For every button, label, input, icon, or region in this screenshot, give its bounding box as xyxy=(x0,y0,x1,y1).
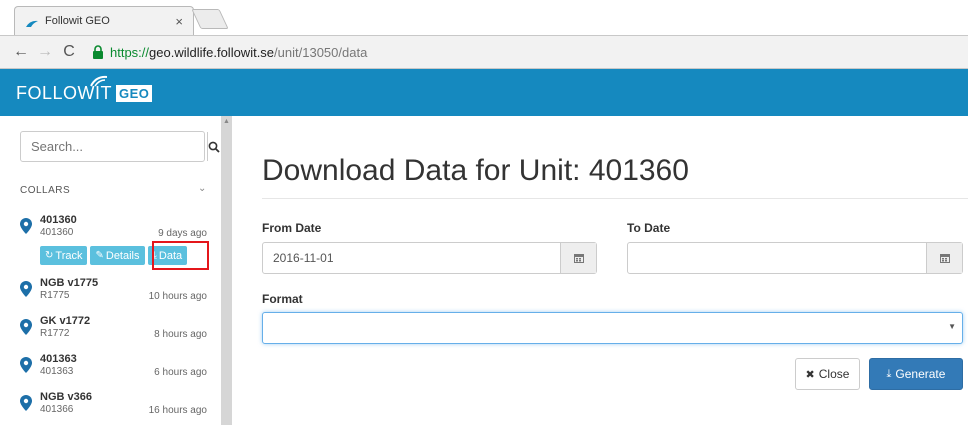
tab-close-icon[interactable]: × xyxy=(175,14,183,29)
search-box xyxy=(20,131,220,162)
unit-name: GK v1772 xyxy=(40,315,91,327)
collars-section-title: COLLARS xyxy=(20,185,71,196)
list-item[interactable]: GK v1772 R1772 8 hours ago xyxy=(20,315,210,341)
track-button[interactable]: ↻ Track xyxy=(40,246,88,265)
unit-name: 401363 xyxy=(40,353,77,365)
unit-id: R1775 xyxy=(40,290,70,301)
map-pin-icon xyxy=(20,395,32,411)
lock-icon xyxy=(92,45,106,59)
details-button[interactable]: ✎ Details xyxy=(90,246,145,265)
search-input[interactable] xyxy=(21,132,207,161)
title-divider xyxy=(262,198,968,199)
map-pin-icon xyxy=(20,319,32,335)
unit-id: 401363 xyxy=(40,366,74,377)
list-item[interactable]: 401363 401363 6 hours ago xyxy=(20,353,210,379)
map-pin-icon xyxy=(20,357,32,373)
unit-last-seen: 6 hours ago xyxy=(154,367,207,378)
refresh-icon: ↻ xyxy=(45,250,54,261)
page-title: Download Data for Unit: 401360 xyxy=(262,154,689,187)
close-button[interactable]: ✖ Close xyxy=(795,358,860,390)
to-date-group xyxy=(627,242,963,274)
unit-last-seen: 16 hours ago xyxy=(148,405,207,416)
back-icon[interactable]: ← xyxy=(10,43,32,61)
search-button[interactable] xyxy=(207,132,220,161)
url-scheme: https:// xyxy=(110,44,150,60)
followit-favicon-icon xyxy=(25,16,39,27)
to-date-label: To Date xyxy=(627,221,671,235)
url-host: geo.wildlife.followit.se xyxy=(149,44,275,60)
unit-name: NGB v366 xyxy=(40,391,92,403)
format-label: Format xyxy=(262,292,303,306)
logo-badge: GEO xyxy=(116,85,153,102)
from-date-picker-button[interactable] xyxy=(560,243,596,273)
address-bar[interactable]: https://geo.wildlife.followit.se/unit/13… xyxy=(110,45,367,60)
unit-id: R1772 xyxy=(40,328,70,339)
tab-title: Followit GEO xyxy=(45,15,110,27)
from-date-input[interactable] xyxy=(263,243,560,273)
chevron-down-icon[interactable]: ⌄ xyxy=(198,183,206,194)
url-path: /unit/13050/data xyxy=(274,44,368,60)
browser-tab-strip: Followit GEO × xyxy=(0,0,968,35)
close-icon: ✖ xyxy=(805,368,815,381)
from-date-group xyxy=(262,242,597,274)
forward-icon[interactable]: → xyxy=(34,43,56,61)
unit-last-seen: 10 hours ago xyxy=(148,291,207,302)
new-tab-button[interactable] xyxy=(191,9,229,29)
unit-last-seen: 9 days ago xyxy=(158,228,207,239)
to-date-input[interactable] xyxy=(628,243,926,273)
list-item[interactable]: 401360 401360 9 days ago xyxy=(20,214,210,240)
to-date-picker-button[interactable] xyxy=(926,243,962,273)
browser-tab[interactable]: Followit GEO × xyxy=(14,6,194,35)
close-label: Close xyxy=(818,367,850,381)
caret-down-icon: ▼ xyxy=(948,322,956,331)
unit-name: 401360 xyxy=(40,214,77,226)
map-pin-icon xyxy=(20,281,32,297)
search-icon xyxy=(208,141,220,153)
list-item[interactable]: NGB v1775 R1775 10 hours ago xyxy=(20,277,210,303)
scroll-up-icon[interactable]: ▲ xyxy=(221,118,232,125)
unit-id: 401366 xyxy=(40,404,74,415)
app-header: FOLLOWIT GEO xyxy=(0,69,968,116)
unit-name: NGB v1775 xyxy=(40,277,99,289)
generate-button[interactable]: ⤓ Generate xyxy=(869,358,963,390)
track-label: Track xyxy=(55,249,83,262)
calendar-icon xyxy=(939,254,950,263)
map-pin-icon xyxy=(20,218,32,234)
list-item[interactable]: NGB v366 401366 16 hours ago xyxy=(20,391,210,417)
data-button-highlight xyxy=(152,241,209,270)
calendar-icon xyxy=(573,254,584,263)
download-icon: ⤓ xyxy=(886,367,892,380)
details-label: Details xyxy=(105,249,140,262)
browser-toolbar: ← → C https://geo.wildlife.followit.se/u… xyxy=(0,35,968,69)
from-date-label: From Date xyxy=(262,221,322,235)
unit-id: 401360 xyxy=(40,227,74,238)
followit-logo[interactable]: FOLLOWIT GEO xyxy=(16,75,153,104)
reload-icon[interactable]: C xyxy=(58,43,80,61)
sidebar-scrollbar[interactable]: ▲ xyxy=(221,116,232,425)
format-select[interactable]: ▼ xyxy=(262,312,963,344)
generate-label: Generate xyxy=(895,367,946,381)
edit-icon: ✎ xyxy=(95,250,104,261)
logo-swoosh-icon xyxy=(90,75,108,87)
unit-last-seen: 8 hours ago xyxy=(154,329,207,340)
